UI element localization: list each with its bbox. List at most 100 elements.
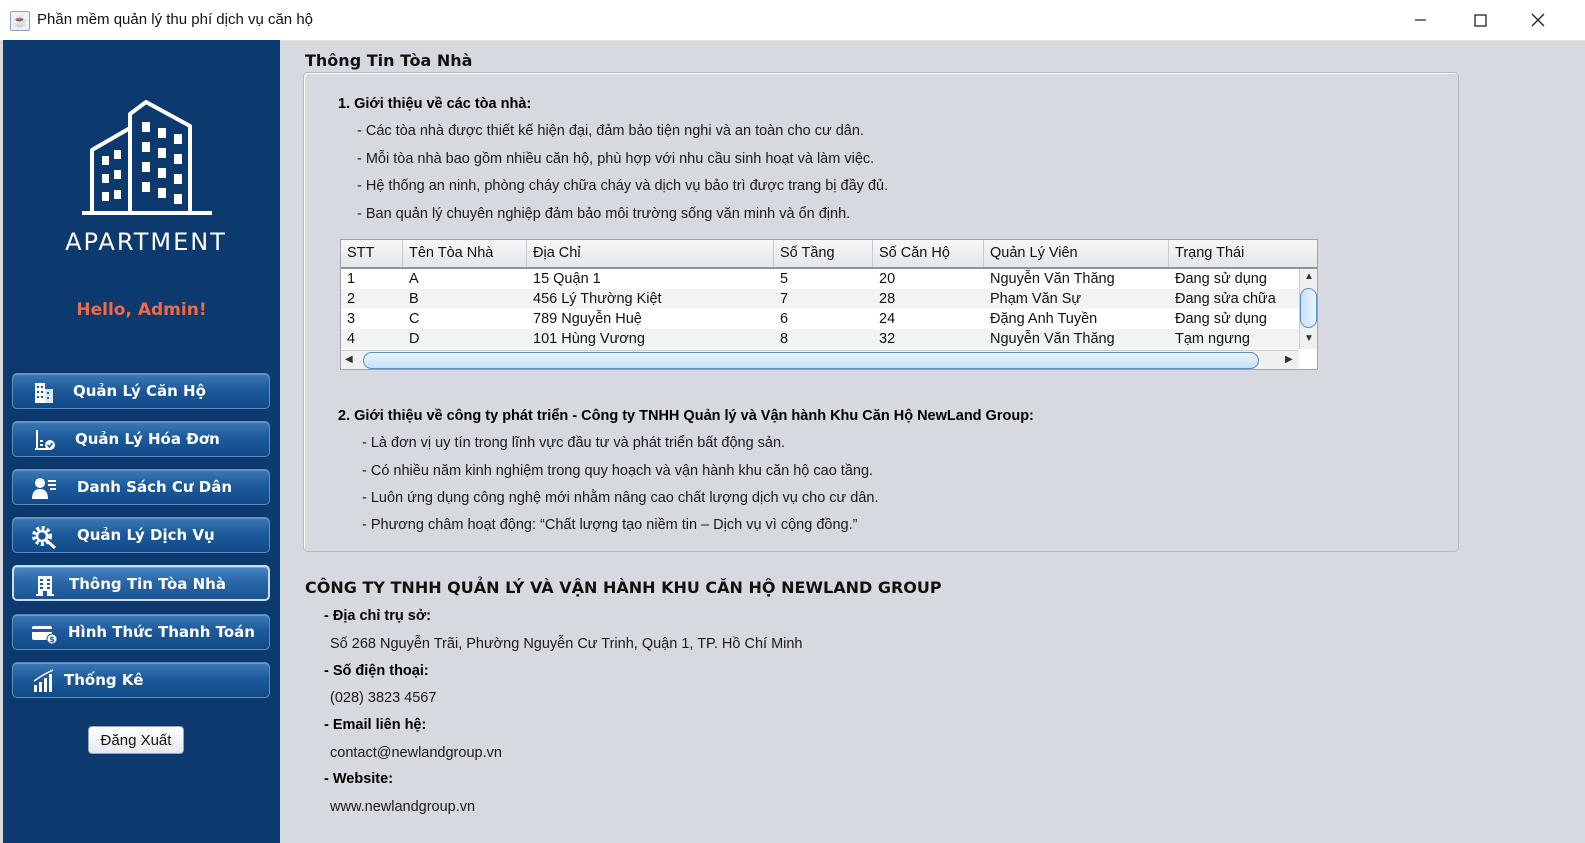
greeting: Hello, Admin! [76, 300, 207, 320]
cell-building-name: C [409, 311, 420, 327]
logout-button[interactable]: Đăng Xuất [88, 726, 184, 754]
cell-floors: 5 [780, 271, 789, 287]
table-header: STT Tên Tòa Nhà Địa Chỉ Số Tầng Số Căn H… [341, 240, 1317, 269]
company-intro-line: - Là đơn vị uy tín trong lĩnh vực đầu tư… [362, 435, 786, 451]
column-header[interactable]: Địa Chỉ [527, 240, 774, 267]
scroll-left-icon[interactable]: ◀ [345, 354, 353, 365]
app-window: ☕ Phần mềm quản lý thu phí dịch vụ căn h… [0, 0, 1585, 843]
maximize-button[interactable] [1451, 0, 1509, 40]
chart-icon [33, 669, 54, 692]
horizontal-scrollbar[interactable]: ◀ ▶ [341, 350, 1299, 369]
address-label: - Địa chỉ trụ sở: [324, 608, 431, 624]
cell-manager: Phạm Văn Sự [990, 291, 1082, 307]
card-icon: $ [32, 626, 57, 645]
nav-label: Quản Lý Căn Hộ [73, 382, 206, 400]
minimize-button[interactable] [1392, 0, 1450, 40]
scroll-up-icon[interactable]: ▲ [1304, 271, 1314, 282]
nav-label: Thống Kê [64, 671, 144, 689]
building-icon [35, 383, 53, 403]
cell-units: 32 [879, 331, 896, 347]
nav-apartment-management[interactable]: Quản Lý Căn Hộ [12, 373, 270, 409]
cell-building-name: D [409, 331, 420, 347]
invoice-icon [35, 430, 55, 450]
nav-payment-methods[interactable]: $ Hình Thức Thanh Toán [12, 614, 270, 650]
cell-stt: 1 [347, 271, 356, 287]
table-row[interactable]: 3 C 789 Nguyễn Huệ 6 24 Đặng Anh Tuyền Đ… [341, 309, 1299, 329]
phone-value: (028) 3823 4567 [330, 690, 437, 706]
column-header[interactable]: Số Căn Hộ [873, 240, 984, 267]
buildings-heading: 1. Giới thiệu về các tòa nhà: [338, 96, 532, 112]
buildings-line: - Các tòa nhà được thiết kế hiện đại, đả… [357, 123, 864, 139]
cell-manager: Nguyễn Văn Thăng [990, 331, 1115, 347]
scroll-right-icon[interactable]: ▶ [1285, 354, 1293, 365]
cell-stt: 4 [347, 331, 356, 347]
nav-label: Quản Lý Hóa Đơn [75, 430, 220, 448]
nav-building-info[interactable]: Thông Tin Tòa Nhà [12, 565, 270, 601]
sidebar: APARTMENT Hello, Admin! Quản Lý Căn Hộ Q… [3, 40, 280, 843]
column-header[interactable]: Tên Tòa Nhà [403, 240, 527, 267]
cell-address: 15 Quận 1 [533, 271, 601, 287]
cell-status: Đang sửa chữa [1175, 291, 1276, 307]
nav-label: Danh Sách Cư Dân [77, 478, 233, 496]
cell-floors: 6 [780, 311, 789, 327]
company-intro-line: - Phương châm hoạt động: “Chất lượng tạo… [362, 517, 858, 533]
cell-building-name: B [409, 291, 419, 307]
nav-service-management[interactable]: Quản Lý Dịch Vụ [12, 517, 270, 553]
address-value: Số 268 Nguyễn Trãi, Phường Nguyễn Cư Tri… [330, 636, 803, 652]
column-header[interactable]: Số Tầng [774, 240, 873, 267]
page-title: Thông Tin Tòa Nhà [305, 51, 473, 70]
cell-floors: 7 [780, 291, 789, 307]
email-value: contact@newlandgroup.vn [330, 745, 502, 761]
window-title: Phần mềm quản lý thu phí dịch vụ căn hộ [37, 11, 314, 28]
cell-stt: 2 [347, 291, 356, 307]
table-row[interactable]: 2 B 456 Lý Thường Kiệt 7 28 Phạm Văn Sự … [341, 289, 1299, 309]
nav-invoice-management[interactable]: Quản Lý Hóa Đơn [12, 421, 270, 457]
horizontal-scroll-thumb[interactable] [363, 352, 1259, 369]
close-button[interactable] [1509, 0, 1567, 40]
phone-label: - Số điện thoại: [324, 663, 429, 679]
cell-address: 101 Hùng Vương [533, 331, 645, 347]
java-app-icon: ☕ [10, 11, 30, 31]
column-header[interactable]: STT [341, 240, 403, 267]
cell-units: 24 [879, 311, 896, 327]
nav-label: Thông Tin Tòa Nhà [69, 575, 226, 593]
vertical-scrollbar[interactable]: ▲ ▼ [1299, 269, 1317, 349]
table-row[interactable]: 4 D 101 Hùng Vương 8 32 Nguyễn Văn Thăng… [341, 329, 1299, 349]
table-row[interactable]: 1 A 15 Quận 1 5 20 Nguyễn Văn Thăng Đang… [341, 269, 1299, 289]
buildings-table[interactable]: STT Tên Tòa Nhà Địa Chỉ Số Tầng Số Căn H… [340, 239, 1318, 370]
vertical-scroll-thumb[interactable] [1300, 288, 1317, 328]
nav-statistics[interactable]: Thống Kê [12, 662, 270, 698]
cell-status: Tạm ngưng [1175, 331, 1250, 347]
nav-label: Quản Lý Dịch Vụ [77, 526, 215, 544]
cell-units: 20 [879, 271, 896, 287]
company-intro-line: - Có nhiều năm kinh nghiệm trong quy hoạ… [362, 463, 874, 479]
website-value: www.newlandgroup.vn [330, 799, 476, 815]
company-intro-line: - Luôn ứng dụng công nghệ mới nhằm nâng … [362, 490, 879, 506]
resident-icon [32, 478, 56, 499]
email-label: - Email liên hệ: [324, 717, 427, 733]
cell-address: 789 Nguyễn Huệ [533, 311, 642, 327]
logo-text: APARTMENT [65, 228, 227, 256]
cell-address: 456 Lý Thường Kiệt [533, 291, 662, 307]
buildings-line: - Hệ thống an ninh, phòng cháy chữa cháy… [357, 178, 889, 194]
nav-resident-list[interactable]: Danh Sách Cư Dân [12, 469, 270, 505]
column-header[interactable]: Trạng Thái [1169, 240, 1317, 267]
cell-floors: 8 [780, 331, 789, 347]
buildings-line: - Mỗi tòa nhà bao gồm nhiều căn hộ, phù … [357, 151, 875, 167]
gear-icon [32, 526, 57, 549]
website-label: - Website: [324, 771, 394, 787]
scroll-down-icon[interactable]: ▼ [1304, 333, 1314, 344]
nav-label: Hình Thức Thanh Toán [68, 623, 255, 641]
company-name: CÔNG TY TNHH QUẢN LÝ VÀ VẬN HÀNH KHU CĂN… [305, 578, 942, 597]
cell-manager: Nguyễn Văn Thăng [990, 271, 1115, 287]
cell-manager: Đặng Anh Tuyền [990, 311, 1098, 327]
close-icon [1531, 13, 1545, 27]
cell-status: Đang sử dụng [1175, 311, 1267, 327]
company-intro-heading: 2. Giới thiệu về công ty phát triển - Cô… [338, 408, 1034, 424]
column-header[interactable]: Quản Lý Viên [984, 240, 1169, 267]
buildings-line: - Ban quản lý chuyên nghiệp đảm bảo môi … [357, 206, 851, 222]
cell-units: 28 [879, 291, 896, 307]
title-bar: ☕ Phần mềm quản lý thu phí dịch vụ căn h… [0, 0, 1585, 41]
maximize-icon [1473, 13, 1487, 27]
minimize-icon [1415, 19, 1426, 21]
